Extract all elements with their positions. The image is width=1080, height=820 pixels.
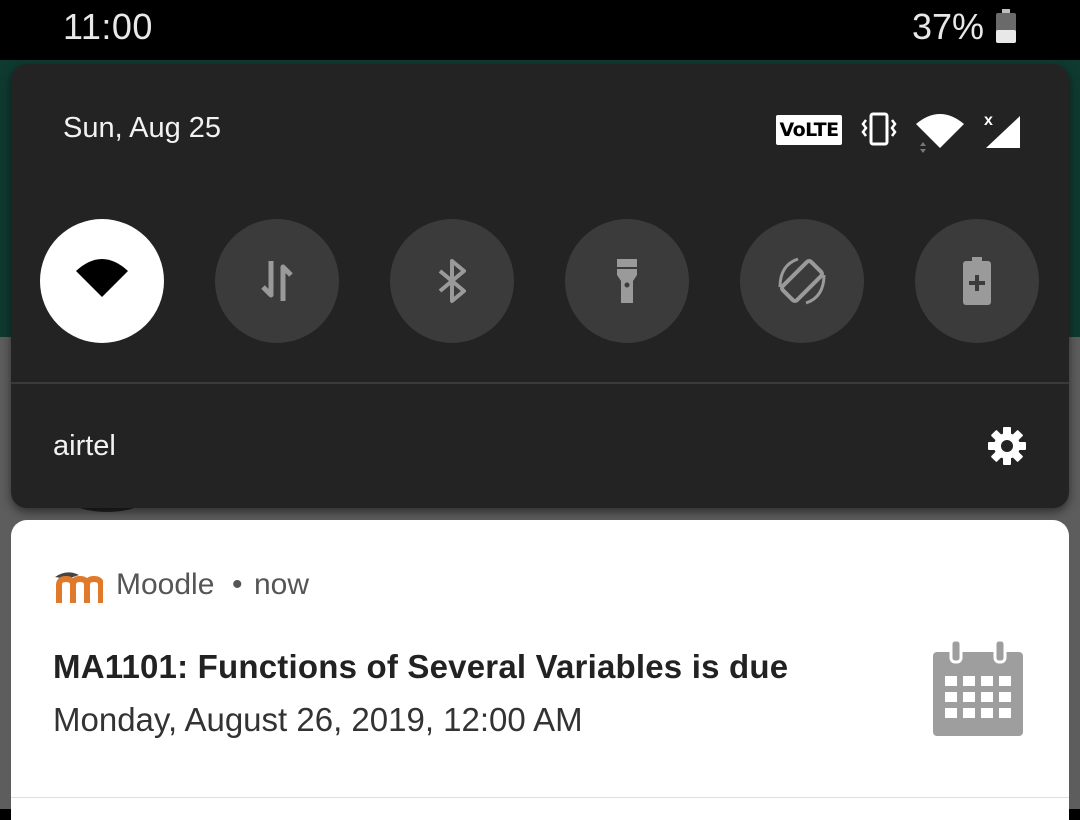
notification-divider <box>11 797 1069 798</box>
notification-app-name: Moodle <box>116 568 215 601</box>
qs-divider <box>11 382 1069 384</box>
settings-gear-icon[interactable] <box>987 426 1027 466</box>
carrier-label: airtel <box>53 430 116 462</box>
notification-separator: • <box>232 568 243 601</box>
battery-percent: 37% <box>911 6 984 47</box>
wifi-icon <box>76 259 128 297</box>
notification-text: Monday, August 26, 2019, 12:00 AM <box>53 701 583 738</box>
data-transfer-icon <box>261 261 293 301</box>
rotate-icon <box>778 257 826 305</box>
volte-badge: VoLTE <box>776 115 842 145</box>
battery-icon <box>996 9 1016 43</box>
notification-time: now <box>254 568 310 601</box>
battery-saver-icon <box>963 257 991 305</box>
quick-settings-panel: Sun, Aug 25 VoLTE x airtel <box>11 64 1069 508</box>
moodle-logo-icon <box>55 572 103 603</box>
tile-wifi[interactable] <box>40 219 164 343</box>
signal-icon: x <box>984 112 1020 148</box>
qs-date[interactable]: Sun, Aug 25 <box>63 112 221 145</box>
tile-flashlight[interactable] <box>565 219 689 343</box>
flashlight-icon <box>617 259 637 303</box>
notification-title: MA1101: Functions of Several Variables i… <box>53 648 789 685</box>
tile-battery-saver[interactable] <box>915 219 1039 343</box>
tile-bluetooth[interactable] <box>390 219 514 343</box>
status-bar: 11:00 37% <box>0 0 1080 56</box>
calendar-icon <box>933 640 1023 736</box>
tile-mobile-data[interactable] <box>215 219 339 343</box>
svg-text:x: x <box>984 112 993 129</box>
tile-auto-rotate[interactable] <box>740 219 864 343</box>
vibrate-icon <box>861 112 897 146</box>
wifi-status-icon <box>916 114 964 153</box>
notification-card[interactable]: Moodle • now MA1101: Functions of Severa… <box>11 520 1069 820</box>
status-time: 11:00 <box>63 6 153 47</box>
bluetooth-icon <box>438 259 466 303</box>
